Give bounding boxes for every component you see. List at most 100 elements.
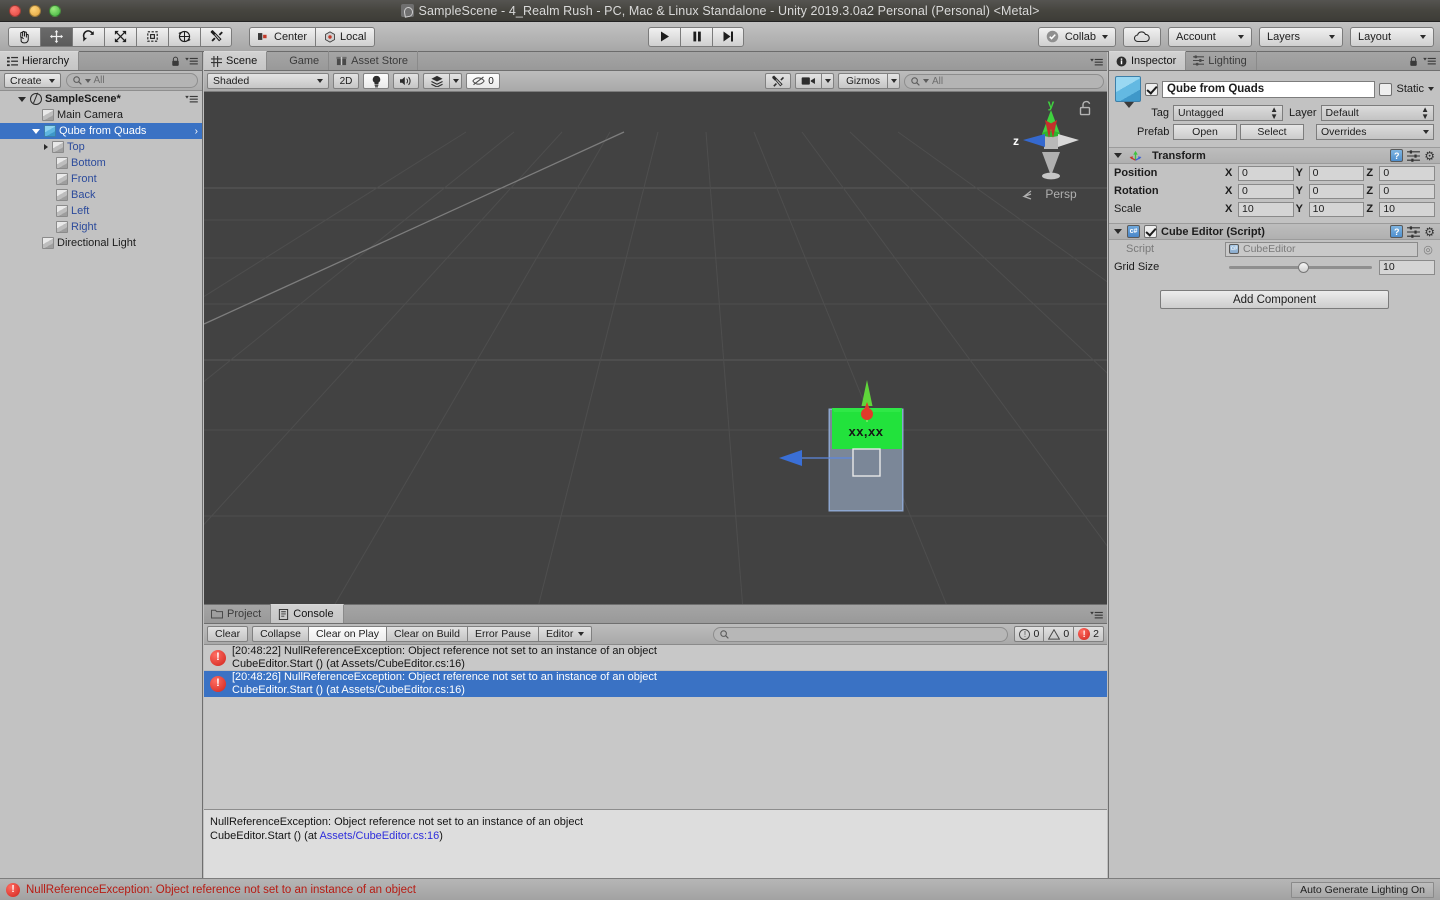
toggle-2d-button[interactable]: 2D [333, 73, 359, 89]
chevron-right-icon[interactable]: › [195, 126, 198, 137]
hierarchy-item-back[interactable]: Back [0, 187, 202, 203]
inspector-tab-options[interactable] [1409, 56, 1436, 67]
transform-component-header[interactable]: Transform ? ⚙ [1109, 147, 1440, 164]
chevron-right-icon[interactable] [44, 144, 48, 150]
console-clear-on-build-button[interactable]: Clear on Build [385, 626, 467, 642]
gizmos-dropdown[interactable] [887, 73, 900, 89]
draw-mode-dropdown[interactable]: Shaded [207, 73, 329, 89]
hierarchy-tree[interactable]: SampleScene* Main Camera Qube from Quads… [0, 91, 202, 878]
status-message[interactable]: NullReferenceException: Object reference… [26, 884, 416, 896]
hand-tool-button[interactable] [8, 26, 40, 47]
tab-scene[interactable]: Scene [204, 51, 268, 70]
rotate-tool-button[interactable] [72, 26, 104, 47]
static-dropdown-caret-icon[interactable] [1428, 87, 1434, 91]
grid-size-slider-handle[interactable] [1297, 261, 1309, 273]
scene-camera-dropdown[interactable] [821, 73, 835, 89]
prefab-overrides-dropdown[interactable]: Overrides [1316, 124, 1434, 140]
static-checkbox[interactable] [1379, 82, 1393, 96]
prefab-open-button[interactable]: Open [1173, 124, 1237, 140]
cube-editor-enabled-checkbox[interactable] [1144, 225, 1157, 238]
scale-y-input[interactable]: 10 [1308, 201, 1365, 217]
scene-audio-toggle[interactable] [393, 73, 419, 89]
console-warning-counter[interactable]: 0 [1043, 626, 1074, 642]
tab-hierarchy[interactable]: Hierarchy [0, 51, 80, 70]
console-log-entry[interactable]: ! [20:48:22] NullReferenceException: Obj… [204, 645, 1107, 671]
console-log-entry[interactable]: ! [20:48:26] NullReferenceException: Obj… [204, 671, 1107, 697]
position-z-input[interactable]: 0 [1379, 165, 1436, 181]
collab-button[interactable]: Collab [1037, 26, 1116, 47]
step-button[interactable] [712, 26, 744, 47]
move-tool-button[interactable] [40, 26, 72, 47]
scene-fx-toggle[interactable] [423, 73, 449, 89]
tab-game[interactable]: Game [267, 51, 330, 70]
scale-z-input[interactable]: 10 [1379, 201, 1436, 217]
cube-editor-component-header[interactable]: c# Cube Editor (Script) ? ⚙ [1109, 223, 1440, 240]
hierarchy-item-left[interactable]: Left [0, 203, 202, 219]
create-button[interactable]: Create [4, 73, 61, 88]
account-button[interactable]: Account [1168, 26, 1252, 47]
console-search-input[interactable] [713, 626, 1009, 642]
tab-lighting[interactable]: Lighting [1186, 51, 1257, 70]
console-clear-on-play-button[interactable]: Clear on Play [307, 626, 386, 642]
chevron-down-icon[interactable] [1114, 229, 1122, 234]
console-error-pause-button[interactable]: Error Pause [466, 626, 538, 642]
help-icon[interactable]: ? [1390, 149, 1404, 162]
chevron-down-icon[interactable] [18, 96, 26, 102]
grid-size-input[interactable]: 10 [1379, 259, 1435, 275]
scene-fx-dropdown[interactable] [449, 73, 462, 89]
console-tab-options[interactable] [1090, 611, 1103, 620]
rotation-z-input[interactable]: 0 [1379, 183, 1436, 199]
detail-source-link[interactable]: Assets/CubeEditor.cs:16 [319, 830, 439, 842]
hierarchy-item-front[interactable]: Front [0, 171, 202, 187]
chevron-down-icon[interactable] [1114, 153, 1122, 158]
console-editor-dropdown[interactable]: Editor [537, 626, 593, 642]
help-icon[interactable]: ? [1390, 225, 1404, 238]
transform-header-actions[interactable]: ? ⚙ [1390, 149, 1435, 163]
rotation-y-input[interactable]: 0 [1308, 183, 1365, 199]
hierarchy-scene-row[interactable]: SampleScene* [0, 91, 202, 107]
hierarchy-item-right[interactable]: Right [0, 219, 202, 235]
layout-button[interactable]: Layout [1350, 26, 1434, 47]
layers-button[interactable]: Layers [1259, 26, 1343, 47]
scale-x-input[interactable]: 10 [1238, 201, 1294, 217]
scene-tab-options[interactable] [1090, 58, 1103, 67]
auto-generate-lighting-button[interactable]: Auto Generate Lighting On [1291, 881, 1434, 898]
hierarchy-item-bottom[interactable]: Bottom [0, 155, 202, 171]
tab-inspector[interactable]: Inspector [1109, 51, 1187, 70]
scene-orientation-gizmo[interactable]: y z Persp [1001, 94, 1101, 202]
console-info-counter[interactable]: ! 0 [1014, 626, 1044, 642]
rotation-x-input[interactable]: 0 [1238, 183, 1294, 199]
scene-row-menu[interactable] [185, 95, 198, 104]
grid-size-slider[interactable] [1229, 261, 1372, 273]
console-detail-pane[interactable]: NullReferenceException: Object reference… [204, 810, 1107, 878]
prefab-select-button[interactable]: Select [1240, 124, 1304, 140]
play-button[interactable] [648, 26, 680, 47]
console-clear-button[interactable]: Clear [207, 626, 249, 642]
hierarchy-item-qube-from-quads[interactable]: Qube from Quads › [0, 123, 202, 139]
gear-icon[interactable]: ⚙ [1424, 149, 1435, 163]
tab-project[interactable]: Project [204, 604, 272, 623]
position-x-input[interactable]: 0 [1238, 165, 1294, 181]
scene-search-input[interactable]: All [904, 73, 1104, 89]
add-component-button[interactable]: Add Component [1160, 290, 1389, 309]
hierarchy-tab-options[interactable] [171, 56, 198, 67]
console-error-counter[interactable]: ! 2 [1073, 626, 1104, 642]
cloud-button[interactable] [1123, 26, 1161, 47]
scene-lighting-toggle[interactable] [363, 73, 389, 89]
hierarchy-search-input[interactable]: All [65, 73, 198, 88]
object-enabled-checkbox[interactable] [1145, 82, 1158, 96]
rect-transform-tool-button[interactable] [136, 26, 168, 47]
hierarchy-item-main-camera[interactable]: Main Camera [0, 107, 202, 123]
object-name-input[interactable]: Qube from Quads [1162, 80, 1376, 98]
prefab-icon[interactable] [1115, 76, 1141, 108]
gear-icon[interactable]: ⚙ [1424, 225, 1435, 239]
tag-dropdown[interactable]: Untagged ▲ ▼ [1173, 105, 1283, 121]
gizmos-button[interactable]: Gizmos [838, 73, 887, 89]
transform-tool-button[interactable] [168, 26, 200, 47]
script-picker-icon[interactable]: ◎ [1421, 243, 1435, 256]
hierarchy-item-top[interactable]: Top [0, 139, 202, 155]
scene-viewport[interactable]: xx,xx y z Persp [204, 92, 1107, 604]
tab-asset-store[interactable]: Asset Store [329, 51, 419, 70]
rotation-mode-button[interactable]: Local [315, 26, 376, 47]
tab-console[interactable]: Console [271, 604, 344, 623]
